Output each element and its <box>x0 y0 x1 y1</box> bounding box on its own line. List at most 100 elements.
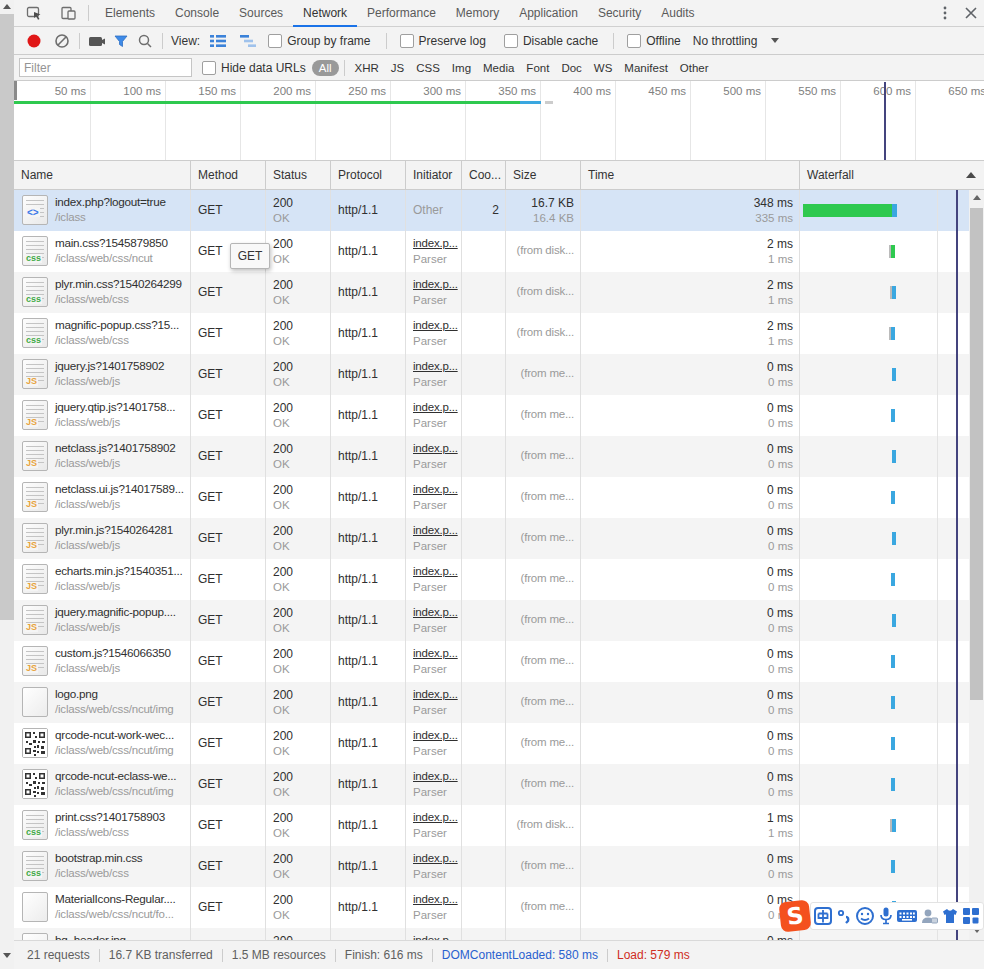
request-name[interactable]: logo.png <box>55 687 98 700</box>
table-row[interactable]: qrcode-ncut-work-wec.../iclass/web/css/n… <box>14 723 969 764</box>
inspect-icon[interactable] <box>22 3 46 23</box>
close-icon[interactable] <box>958 0 984 27</box>
tab-elements[interactable]: Elements <box>95 0 165 27</box>
timeline-overview[interactable]: 50 ms100 ms150 ms200 ms250 ms300 ms350 m… <box>14 81 984 161</box>
waterfall-scrollbar[interactable] <box>969 190 984 940</box>
initiator-link[interactable]: index.p... <box>413 237 458 249</box>
toolbox-icon[interactable] <box>960 905 981 927</box>
throttling-select[interactable]: No throttling <box>693 34 758 48</box>
column-header-time[interactable]: Time <box>580 161 799 189</box>
column-header-coo[interactable]: Coo... <box>461 161 505 189</box>
table-row[interactable]: JSjquery.qtip.js?1401758.../iclass/web/j… <box>14 395 969 436</box>
request-name[interactable]: print.css?1401758903 <box>55 810 165 823</box>
tab-memory[interactable]: Memory <box>446 0 509 27</box>
request-name[interactable]: MaterialIcons-Regular.... <box>55 892 175 905</box>
keyboard-icon[interactable] <box>896 905 918 927</box>
more-menu-icon[interactable] <box>932 0 958 27</box>
table-row[interactable]: logo.png/iclass/web/css/ncut/imgGET200OK… <box>14 682 969 723</box>
punctuation-icon[interactable] <box>834 905 855 927</box>
initiator-link[interactable]: index.p... <box>413 606 458 618</box>
group-by-frame-checkbox[interactable] <box>268 34 282 48</box>
tab-audits[interactable]: Audits <box>651 0 704 27</box>
table-row[interactable]: qrcode-ncut-eclass-we.../iclass/web/css/… <box>14 764 969 805</box>
column-header-method[interactable]: Method <box>190 161 265 189</box>
emoji-icon[interactable] <box>855 905 876 927</box>
offline-checkbox[interactable] <box>627 34 641 48</box>
preserve-log-checkbox[interactable] <box>400 34 414 48</box>
initiator-link[interactable]: index.p... <box>413 401 458 413</box>
initiator-link[interactable]: index.p... <box>413 811 458 823</box>
request-name[interactable]: qrcode-ncut-eclass-we... <box>55 769 176 782</box>
request-name[interactable]: bootstrap.min.css <box>55 851 142 864</box>
microphone-icon[interactable] <box>876 905 897 927</box>
initiator-link[interactable]: index.p... <box>413 852 458 864</box>
preserve-log-label[interactable]: Preserve log <box>419 34 486 48</box>
request-name[interactable]: plyr.min.css?1540264299 <box>55 277 182 290</box>
request-name[interactable]: custom.js?1546066350 <box>55 646 171 659</box>
screenshot-icon[interactable] <box>85 30 109 52</box>
filter-type-js[interactable]: JS <box>388 62 407 74</box>
table-row[interactable]: JSnetclass.js?1401758902/iclass/web/jsGE… <box>14 436 969 477</box>
filter-type-xhr[interactable]: XHR <box>352 62 382 74</box>
filter-type-ws[interactable]: WS <box>591 62 616 74</box>
column-header-name[interactable]: Name <box>14 161 190 189</box>
small-rows-icon[interactable] <box>206 30 230 52</box>
table-row[interactable]: JSjquery.magnific-popup..../iclass/web/j… <box>14 600 969 641</box>
table-row[interactable]: JScustom.js?1546066350/iclass/web/jsGET2… <box>14 641 969 682</box>
initiator-link[interactable]: index.p... <box>413 893 458 905</box>
column-header-initiator[interactable]: Initiator <box>405 161 461 189</box>
initiator-link[interactable]: index.p... <box>413 770 458 782</box>
filter-type-doc[interactable]: Doc <box>558 62 584 74</box>
filter-type-img[interactable]: Img <box>449 62 474 74</box>
filter-input[interactable] <box>19 58 192 77</box>
request-name[interactable]: plyr.min.js?1540264281 <box>55 523 173 536</box>
column-header-size[interactable]: Size <box>505 161 580 189</box>
scroll-down-icon[interactable] <box>3 953 11 958</box>
table-row[interactable]: cssmagnific-popup.css?15.../iclass/web/c… <box>14 313 969 354</box>
filter-type-font[interactable]: Font <box>523 62 552 74</box>
column-header-status[interactable]: Status <box>265 161 330 189</box>
initiator-link[interactable]: index.p... <box>413 565 458 577</box>
request-name[interactable]: jquery.magnific-popup.... <box>55 605 176 618</box>
filter-type-media[interactable]: Media <box>480 62 517 74</box>
overview-handle[interactable] <box>14 81 17 100</box>
request-name[interactable]: echarts.min.js?1540351... <box>55 564 183 577</box>
chinese-mode-icon[interactable] <box>813 905 834 927</box>
filter-type-css[interactable]: CSS <box>413 62 443 74</box>
table-row[interactable]: cssplyr.min.css?1540264299/iclass/web/cs… <box>14 272 969 313</box>
request-name[interactable]: jquery.js?1401758902 <box>55 359 164 372</box>
filter-type-other[interactable]: Other <box>677 62 712 74</box>
request-name[interactable]: index.php?logout=true <box>55 195 166 208</box>
table-row[interactable]: JSjquery.js?1401758902/iclass/web/jsGET2… <box>14 354 969 395</box>
hide-data-urls-checkbox[interactable] <box>202 61 216 75</box>
filter-type-all[interactable]: All <box>312 60 339 76</box>
table-row[interactable]: cssbootstrap.min.css/iclass/web/cssGET20… <box>14 846 969 887</box>
filter-type-manifest[interactable]: Manifest <box>621 62 670 74</box>
record-icon[interactable] <box>22 30 46 52</box>
table-row[interactable]: cssmain.css?1545879850/iclass/web/css/nc… <box>14 231 969 272</box>
request-name[interactable]: qrcode-ncut-work-wec... <box>55 728 174 741</box>
overview-icon[interactable] <box>236 30 260 52</box>
table-row[interactable]: JSplyr.min.js?1540264281/iclass/web/jsGE… <box>14 518 969 559</box>
tab-security[interactable]: Security <box>588 0 651 27</box>
page-scrollbar-left[interactable] <box>0 0 14 969</box>
offline-label[interactable]: Offline <box>646 34 680 48</box>
table-row[interactable]: JSnetclass.ui.js?14017589.../iclass/web/… <box>14 477 969 518</box>
disable-cache-checkbox[interactable] <box>504 34 518 48</box>
tab-network[interactable]: Network <box>293 0 357 27</box>
request-name[interactable]: jquery.qtip.js?1401758... <box>55 400 175 413</box>
request-name[interactable]: main.css?1545879850 <box>55 236 168 249</box>
clear-icon[interactable] <box>50 30 74 52</box>
initiator-link[interactable]: index.p... <box>413 360 458 372</box>
request-name[interactable]: bg_header.jpg <box>55 933 126 940</box>
initiator-link[interactable]: index.p... <box>413 278 458 290</box>
search-icon[interactable] <box>133 30 157 52</box>
tab-sources[interactable]: Sources <box>229 0 293 27</box>
initiator-link[interactable]: index.p... <box>413 647 458 659</box>
hide-data-urls-label[interactable]: Hide data URLs <box>221 61 306 75</box>
initiator-link[interactable]: index.p... <box>413 319 458 331</box>
initiator-link[interactable]: index.p... <box>413 442 458 454</box>
request-name[interactable]: netclass.ui.js?14017589... <box>55 482 184 495</box>
tab-console[interactable]: Console <box>165 0 229 27</box>
request-name[interactable]: netclass.js?1401758902 <box>55 441 176 454</box>
